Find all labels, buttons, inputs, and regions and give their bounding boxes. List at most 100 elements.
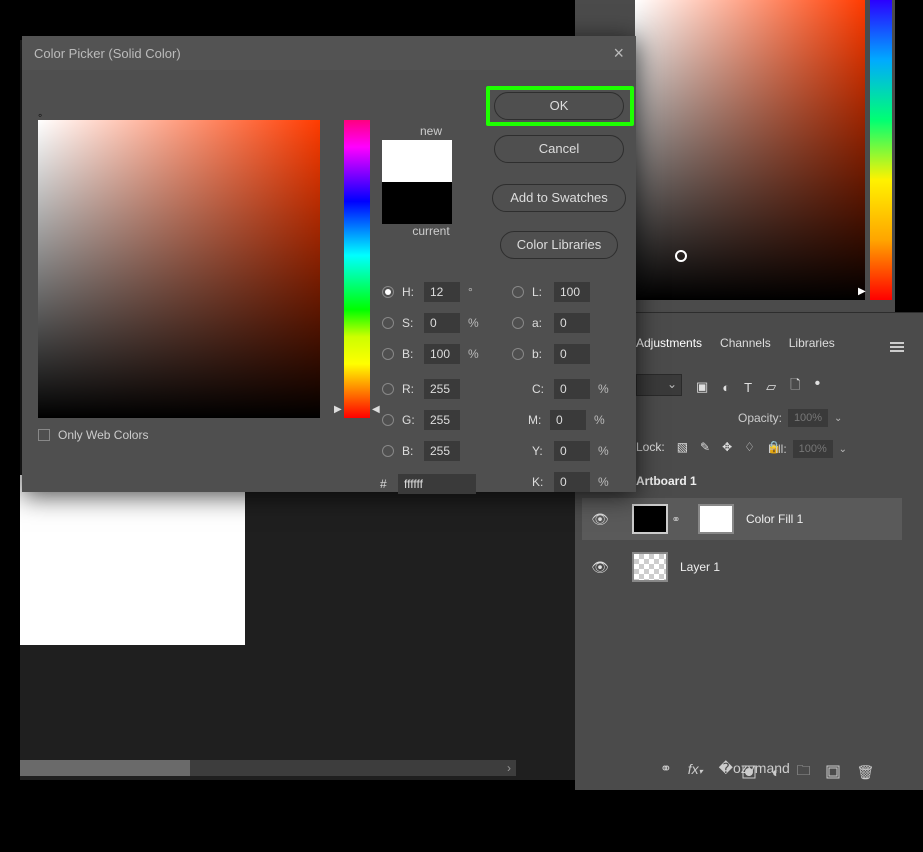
b-rgb-label: B: <box>402 444 420 458</box>
s-input[interactable]: 0 <box>424 313 460 333</box>
only-web-checkbox[interactable] <box>38 429 50 441</box>
adjust-filter-icon[interactable]: ◐ <box>722 380 730 395</box>
b-lab-input[interactable]: 0 <box>554 344 590 364</box>
cancel-button[interactable]: Cancel <box>494 135 624 163</box>
new-layer-icon[interactable] <box>826 765 840 779</box>
fill-dropdown-icon[interactable]: ⌄ <box>839 444 847 455</box>
add-swatches-button[interactable]: Add to Swatches <box>492 184 626 212</box>
hex-input[interactable]: ffffff <box>398 474 476 494</box>
group-icon[interactable]: 🗀 <box>796 760 810 784</box>
smart-filter-icon[interactable]: 🗋 <box>790 376 800 398</box>
s-unit: % <box>468 316 479 330</box>
lock-brush-icon[interactable]: ✎ <box>700 440 710 454</box>
horizontal-scrollbar-thumb[interactable] <box>20 760 190 776</box>
b-lab-radio[interactable] <box>512 348 524 360</box>
horizontal-scrollbar-right[interactable]: › <box>502 760 516 776</box>
opacity-dropdown-icon[interactable]: ⌄ <box>834 413 842 424</box>
layer-row-layer1[interactable]: 👁 Layer 1 <box>582 546 902 588</box>
layer-fx-icon[interactable]: fx▾ <box>688 761 703 777</box>
only-web-label: Only Web Colors <box>58 428 148 442</box>
l-input[interactable]: 100 <box>554 282 590 302</box>
b-hsb-input[interactable]: 100 <box>424 344 460 364</box>
r-radio[interactable] <box>382 383 394 395</box>
g-radio[interactable] <box>382 414 394 426</box>
layer-visibility-icon[interactable]: 👁 <box>582 559 618 576</box>
layer-filter-icons: ▣ ◐ T ▱ 🗋 • <box>696 376 820 398</box>
dialog-title: Color Picker (Solid Color) <box>34 46 181 61</box>
bg-sv-field[interactable] <box>635 0 865 300</box>
c-unit: % <box>598 382 609 396</box>
b-hsb-unit: % <box>468 347 479 361</box>
layer-row-color-fill[interactable]: 👁 ⚭ Color Fill 1 <box>582 498 902 540</box>
r-input[interactable]: 255 <box>424 379 460 399</box>
h-input[interactable]: 12 <box>424 282 460 302</box>
tab-channels[interactable]: Channels <box>720 336 771 350</box>
fill-label: Fill: <box>768 442 787 456</box>
a-input[interactable]: 0 <box>554 313 590 333</box>
hue-indicator-right: ◀ <box>372 404 380 415</box>
new-color-label: new <box>400 124 462 138</box>
hue-indicator-left: ▶ <box>334 404 342 415</box>
layer-mask-thumbnail[interactable] <box>698 504 734 534</box>
b-hsb-label: B: <box>402 347 420 361</box>
tab-adjustments[interactable]: Adjustments <box>636 336 702 350</box>
shape-filter-icon[interactable]: ▱ <box>766 379 776 395</box>
c-input[interactable]: 0 <box>554 379 590 399</box>
saturation-value-field[interactable] <box>38 120 320 418</box>
image-filter-icon[interactable]: ▣ <box>696 379 708 395</box>
c-label: C: <box>532 382 550 396</box>
close-icon[interactable]: × <box>613 43 624 64</box>
m-input[interactable]: 0 <box>550 410 586 430</box>
lock-artboard-icon[interactable]: ♢ <box>744 440 755 454</box>
artboard-content[interactable] <box>20 475 245 645</box>
y-unit: % <box>598 444 609 458</box>
l-radio[interactable] <box>512 286 524 298</box>
b-hsb-radio[interactable] <box>382 348 394 360</box>
m-label: M: <box>528 413 546 427</box>
layer-thumbnail[interactable] <box>632 504 668 534</box>
layer-name[interactable]: Layer 1 <box>680 560 720 574</box>
layer-visibility-icon[interactable]: 👁 <box>582 511 618 528</box>
hue-slider[interactable] <box>344 120 370 418</box>
new-color-swatch[interactable] <box>382 140 452 182</box>
ok-button[interactable]: OK <box>494 92 624 120</box>
lock-pixels-icon[interactable]: ▧ <box>677 440 688 454</box>
panel-tabs: Adjustments Channels Libraries <box>636 336 835 350</box>
lock-label: Lock: <box>636 440 665 454</box>
layer-link-icon[interactable]: ⚭ <box>670 513 682 526</box>
s-radio[interactable] <box>382 317 394 329</box>
current-color-label: current <box>396 224 466 238</box>
k-input[interactable]: 0 <box>554 472 590 492</box>
lock-position-icon[interactable]: ✥ <box>722 440 732 454</box>
current-color-swatch[interactable] <box>382 182 452 224</box>
g-input[interactable]: 255 <box>424 410 460 430</box>
bg-hue-indicator: ▶ <box>858 286 866 297</box>
pixel-filter-icon[interactable]: • <box>815 375 821 393</box>
k-unit: % <box>598 475 609 489</box>
panel-menu-icon[interactable] <box>890 342 904 352</box>
tab-libraries[interactable]: Libraries <box>789 336 835 350</box>
b-rgb-input[interactable]: 255 <box>424 441 460 461</box>
a-radio[interactable] <box>512 317 524 329</box>
type-filter-icon[interactable]: T <box>744 380 752 395</box>
s-label: S: <box>402 316 420 330</box>
opacity-label: Opacity: <box>738 411 782 425</box>
h-radio[interactable] <box>382 286 394 298</box>
sv-cursor-icon: ◦ <box>38 108 42 122</box>
adjustment-layer-icon[interactable]: ◐ <box>772 764 780 780</box>
fill-input[interactable]: 100% <box>793 440 833 458</box>
delete-icon[interactable]: 🗑 <box>856 764 874 781</box>
opacity-input[interactable]: 100% <box>788 409 828 427</box>
layer-thumbnail[interactable] <box>632 552 668 582</box>
artboard-name[interactable]: Artboard 1 <box>636 474 697 488</box>
dialog-titlebar[interactable]: Color Picker (Solid Color) × <box>22 36 636 70</box>
b-rgb-radio[interactable] <box>382 445 394 457</box>
link-layers-icon[interactable]: ⚭ <box>660 760 672 777</box>
layer-name[interactable]: Color Fill 1 <box>746 512 803 526</box>
r-label: R: <box>402 382 420 396</box>
blend-mode-dropdown[interactable] <box>636 374 682 396</box>
add-mask-icon[interactable] <box>742 765 756 779</box>
color-libraries-button[interactable]: Color Libraries <box>500 231 618 259</box>
bg-hue-strip[interactable] <box>870 0 892 300</box>
y-input[interactable]: 0 <box>554 441 590 461</box>
